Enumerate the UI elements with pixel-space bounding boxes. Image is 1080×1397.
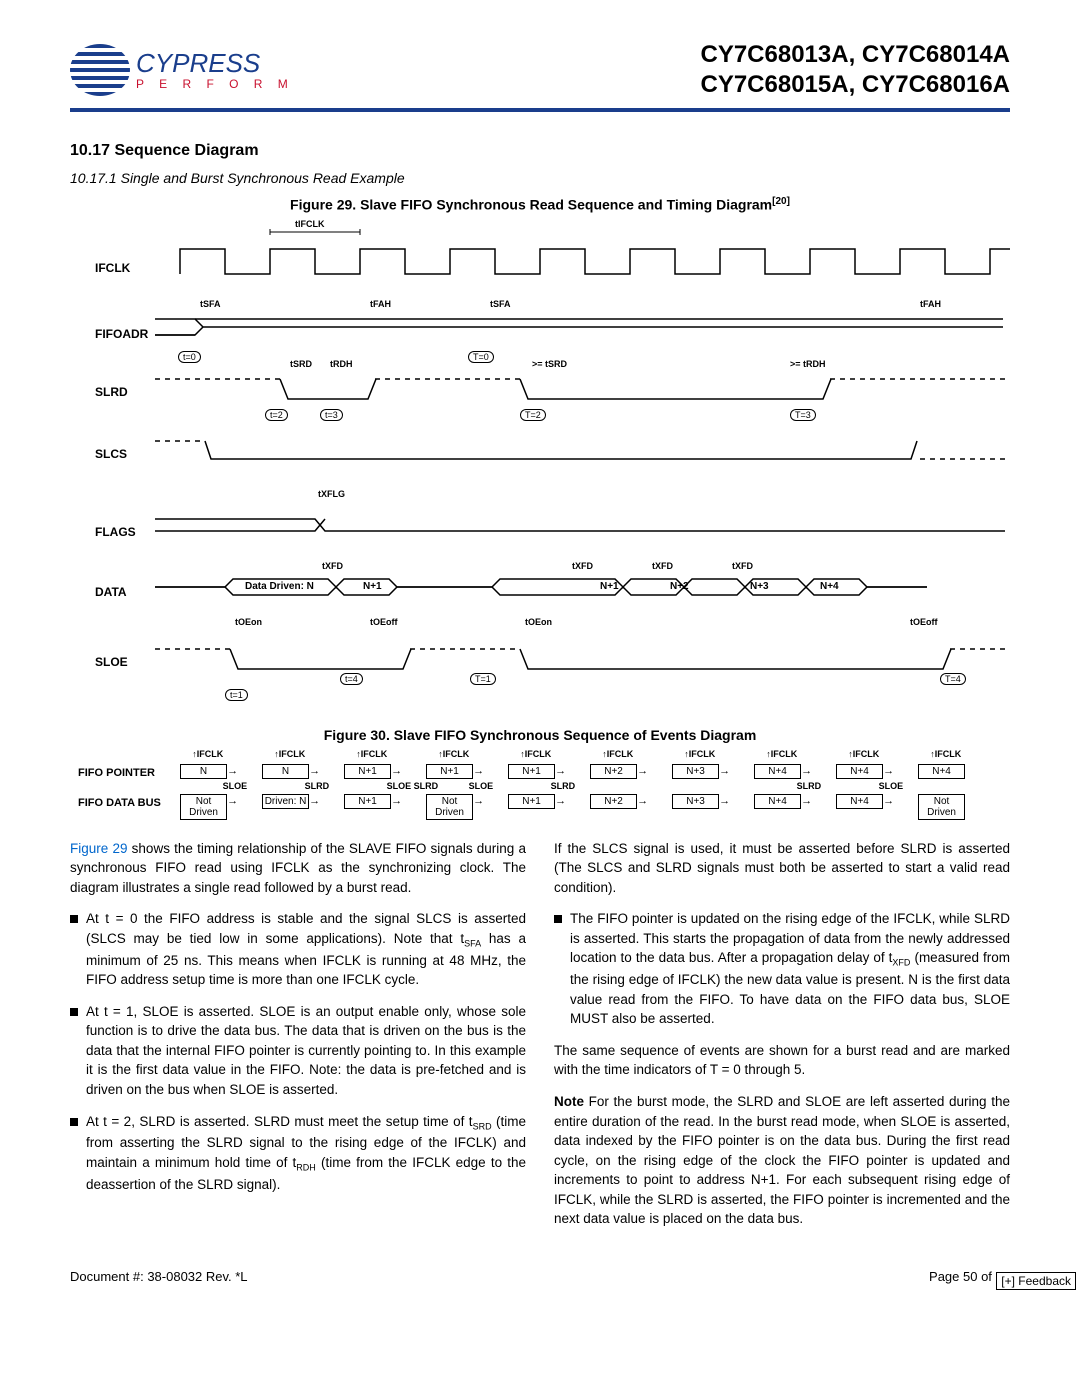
lbl-txflg: tXFLG [318, 489, 345, 499]
figure-29-caption-text: Figure 29. Slave FIFO Synchronous Read S… [290, 197, 772, 213]
marker-t4: t=4 [340, 673, 363, 685]
part-numbers: CY7C68013A, CY7C68014A CY7C68015A, CY7C6… [700, 40, 1010, 100]
lbl-np2: N+2 [670, 581, 689, 592]
lbl-tifclk: tIFCLK [295, 219, 325, 229]
lbl-np1-a: N+1 [363, 581, 382, 592]
lbl-np3: N+3 [750, 581, 769, 592]
lbl-np4: N+4 [820, 581, 839, 592]
logo: CYPRESS P E R F O R M [70, 44, 294, 96]
lbl-txfd-3: tXFD [652, 561, 673, 571]
row-label-databus: FIFO DATA BUS [78, 797, 161, 809]
lbl-toeoff-2: tOEoff [910, 617, 938, 627]
lbl-toeoff-1: tOEoff [370, 617, 398, 627]
lbl-txfd-1: tXFD [322, 561, 343, 571]
lbl-tfah-1: tFAH [370, 299, 391, 309]
para-slcs: If the SLCS signal is used, it must be a… [554, 839, 1010, 898]
note-body: For the burst mode, the SLRD and SLOE ar… [554, 1094, 1010, 1226]
lbl-ge-tsrd: >= tSRD [532, 359, 567, 369]
para-intro: Figure 29 shows the timing relationship … [70, 839, 526, 898]
bullet-t2: At t = 2, SLRD is asserted. SLRD must me… [70, 1112, 526, 1195]
section-heading: 10.17 Sequence Diagram [70, 142, 1010, 160]
figure-30-caption: Figure 30. Slave FIFO Synchronous Sequen… [70, 727, 1010, 743]
note-label: Note [554, 1094, 584, 1109]
marker-t1: t=1 [225, 689, 248, 701]
page-footer: Document #: 38-08032 Rev. *L Page 50 of … [0, 1241, 1080, 1294]
lbl-tsfa-2: tSFA [490, 299, 511, 309]
bullet-pointer: The FIFO pointer is updated on the risin… [554, 909, 1010, 1029]
lbl-toeon-1: tOEon [235, 617, 262, 627]
marker-t0: t=0 [178, 351, 201, 363]
right-column: If the SLCS signal is used, it must be a… [554, 839, 1010, 1241]
lbl-toeon-2: tOEon [525, 617, 552, 627]
lbl-trdh: tRDH [330, 359, 353, 369]
bullet-t1: At t = 1, SLOE is asserted. SLOE is an o… [70, 1002, 526, 1100]
body-columns: Figure 29 shows the timing relationship … [70, 839, 1010, 1241]
logo-tagline: P E R F O R M [136, 78, 294, 90]
marker-t2: t=2 [265, 409, 288, 421]
subsection-heading: 10.17.1 Single and Burst Synchronous Rea… [70, 170, 1010, 186]
timing-svg [70, 219, 1010, 709]
figure-29-caption: Figure 29. Slave FIFO Synchronous Read S… [70, 196, 1010, 213]
part-line-1: CY7C68013A, CY7C68014A [700, 40, 1010, 70]
marker-T4: T=4 [940, 673, 966, 685]
marker-t3: t=3 [320, 409, 343, 421]
para-burst-intro: The same sequence of events are shown fo… [554, 1041, 1010, 1080]
link-figure-29[interactable]: Figure 29 [70, 841, 127, 856]
page-header: CYPRESS P E R F O R M CY7C68013A, CY7C68… [0, 0, 1080, 108]
lbl-ge-trdh: >= tRDH [790, 359, 826, 369]
marker-T3: T=3 [790, 409, 816, 421]
bullet-t0: At t = 0 the FIFO address is stable and … [70, 909, 526, 989]
row-label-pointer: FIFO POINTER [78, 767, 155, 779]
marker-T2: T=2 [520, 409, 546, 421]
footer-doc-id: Document #: 38-08032 Rev. *L [70, 1269, 248, 1284]
part-line-2: CY7C68015A, CY7C68016A [700, 70, 1010, 100]
lbl-txfd-4: tXFD [732, 561, 753, 571]
figure-30-diagram: FIFO POINTER FIFO DATA BUS ↑IFCLK↑IFCLK↑… [70, 749, 1010, 819]
lbl-data-driven-n: Data Driven: N [245, 581, 314, 592]
feedback-button[interactable]: [+] Feedback [996, 1272, 1076, 1290]
marker-T0: T=0 [468, 351, 494, 363]
lbl-np1-b: N+1 [600, 581, 619, 592]
logo-globe-icon [70, 44, 130, 96]
header-rule [70, 108, 1010, 112]
lbl-tfah-2: tFAH [920, 299, 941, 309]
para-intro-rest: shows the timing relationship of the SLA… [70, 841, 526, 895]
lbl-tsrd: tSRD [290, 359, 312, 369]
figure-29-diagram: IFCLK FIFOADR SLRD SLCS FLAGS DATA SLOE [70, 219, 1010, 709]
marker-T1: T=1 [470, 673, 496, 685]
lbl-txfd-2: tXFD [572, 561, 593, 571]
logo-text: CYPRESS P E R F O R M [136, 50, 294, 90]
para-note: Note For the burst mode, the SLRD and SL… [554, 1092, 1010, 1229]
logo-brand: CYPRESS [136, 50, 294, 76]
figure-29-caption-sup: [20] [772, 196, 790, 207]
left-column: Figure 29 shows the timing relationship … [70, 839, 526, 1241]
lbl-tsfa-1: tSFA [200, 299, 221, 309]
